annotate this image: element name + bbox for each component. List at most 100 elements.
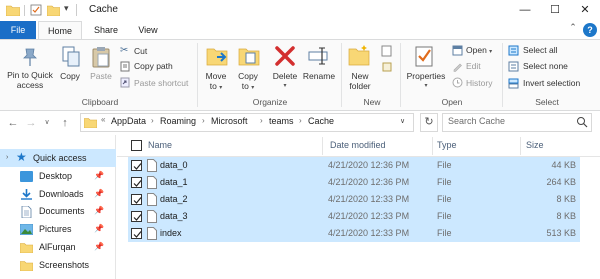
open-icon[interactable] <box>452 45 463 56</box>
forward-arrow-icon[interactable]: → <box>24 116 38 130</box>
column-header-size[interactable]: Size <box>526 140 544 150</box>
select-none-button[interactable]: Select none <box>523 60 568 73</box>
copy-button[interactable]: Copy <box>56 71 84 81</box>
nav-item-screenshots[interactable]: Screenshots <box>39 260 89 270</box>
tab-share[interactable]: Share <box>84 21 128 39</box>
up-arrow-icon[interactable]: ↑ <box>58 116 72 130</box>
breadcrumb-appdata[interactable]: AppData <box>111 116 146 126</box>
pin-icon[interactable]: 📌 <box>94 206 104 215</box>
address-dropdown-icon[interactable]: ∨ <box>400 117 405 125</box>
nav-item-downloads[interactable]: Downloads <box>39 189 84 199</box>
easy-access-icon[interactable] <box>381 61 393 73</box>
copy-icon[interactable] <box>60 45 82 69</box>
breadcrumb-chevron-icon[interactable]: › <box>299 116 302 125</box>
pin-icon[interactable]: 📌 <box>94 224 104 233</box>
invert-selection-icon[interactable] <box>508 78 519 89</box>
breadcrumb-chevron-icon[interactable]: › <box>151 116 154 125</box>
column-header-type[interactable]: Type <box>437 140 457 150</box>
row-checkbox[interactable] <box>131 177 142 188</box>
new-item-icon[interactable] <box>381 45 393 57</box>
delete-button[interactable]: Delete ▾ <box>268 71 302 91</box>
breadcrumb-teams[interactable]: teams <box>269 116 294 126</box>
close-button[interactable]: ✕ <box>570 0 600 21</box>
pin-icon[interactable]: 📌 <box>94 242 104 251</box>
back-arrow-icon[interactable]: ← <box>6 116 20 130</box>
delete-x-icon[interactable] <box>274 45 296 67</box>
history-button[interactable]: History <box>466 77 492 90</box>
invert-selection-button[interactable]: Invert selection <box>523 77 580 90</box>
new-folder-icon[interactable] <box>47 4 60 16</box>
move-to-icon[interactable] <box>205 44 229 68</box>
edit-button[interactable]: Edit <box>466 60 481 73</box>
file-name[interactable]: data_1 <box>160 177 188 187</box>
paste-button[interactable]: Paste <box>86 71 116 81</box>
select-all-checkbox[interactable] <box>131 140 142 151</box>
breadcrumb-chevron-icon[interactable]: › <box>202 116 205 125</box>
copy-path-icon[interactable] <box>120 61 130 72</box>
open-button[interactable]: Open ▾ <box>466 44 492 57</box>
collapse-ribbon-icon[interactable]: ⌃ <box>566 22 580 38</box>
nav-item-quick-access[interactable]: Quick access <box>33 153 87 163</box>
copy-to-icon[interactable] <box>237 44 261 68</box>
search-icon[interactable] <box>576 116 588 128</box>
paste-shortcut-button[interactable]: Paste shortcut <box>134 77 188 90</box>
column-divider[interactable] <box>432 137 433 155</box>
properties-checklist-icon[interactable] <box>414 44 436 68</box>
paste-shortcut-icon[interactable] <box>120 77 130 88</box>
help-icon[interactable]: ? <box>583 23 597 37</box>
properties-button[interactable]: Properties ▾ <box>404 71 448 91</box>
select-all-icon[interactable] <box>508 45 519 56</box>
column-divider[interactable] <box>520 137 521 155</box>
refresh-icon[interactable]: ↻ <box>420 113 438 132</box>
customize-quick-access-icon[interactable]: ▾ <box>64 3 69 14</box>
overflow-chevron-icon[interactable]: « <box>101 115 105 124</box>
tab-home[interactable]: Home <box>38 21 82 40</box>
minimize-button[interactable]: — <box>510 0 540 21</box>
file-name[interactable]: data_0 <box>160 160 188 170</box>
column-header-name[interactable]: Name <box>148 140 172 150</box>
maximize-button[interactable]: ☐ <box>540 0 570 21</box>
pin-icon[interactable]: 📌 <box>94 189 104 198</box>
breadcrumb-chevron-icon[interactable]: › <box>260 116 263 125</box>
expand-chevron-icon[interactable]: › <box>6 154 8 161</box>
nav-item-desktop[interactable]: Desktop <box>39 171 72 181</box>
pin-icon[interactable]: 📌 <box>94 171 104 180</box>
cut-button[interactable]: Cut <box>134 45 147 58</box>
select-all-button[interactable]: Select all <box>523 44 558 57</box>
new-folder-icon[interactable] <box>347 44 371 68</box>
row-checkbox[interactable] <box>131 211 142 222</box>
properties-dropdown-icon[interactable]: ▾ <box>404 81 448 91</box>
row-checkbox[interactable] <box>131 160 142 171</box>
history-icon[interactable] <box>452 77 463 88</box>
breadcrumb-roaming[interactable]: Roaming <box>160 116 196 126</box>
recent-locations-chevron-icon[interactable]: ∨ <box>40 116 54 130</box>
nav-item-documents[interactable]: Documents <box>39 206 85 216</box>
new-folder-button[interactable]: New folder <box>342 71 378 91</box>
pin-icon[interactable] <box>18 46 40 68</box>
copy-path-button[interactable]: Copy path <box>134 60 173 73</box>
tab-file[interactable]: File <box>0 21 36 39</box>
row-checkbox[interactable] <box>131 194 142 205</box>
breadcrumb-cache[interactable]: Cache <box>308 116 334 126</box>
scissors-icon[interactable]: ✂ <box>120 45 130 56</box>
row-checkbox[interactable] <box>131 228 142 239</box>
rename-button[interactable]: Rename <box>300 71 338 81</box>
breadcrumb-microsoft[interactable]: Microsoft <box>211 116 248 126</box>
move-to-button[interactable]: Move to ▾ <box>200 71 232 93</box>
nav-item-alfurqan[interactable]: AlFurqan <box>39 242 76 252</box>
properties-icon[interactable] <box>30 4 42 16</box>
column-header-date-modified[interactable]: Date modified <box>330 140 386 150</box>
nav-item-pictures[interactable]: Pictures <box>39 224 72 234</box>
file-name[interactable]: data_2 <box>160 194 188 204</box>
tab-view[interactable]: View <box>128 21 168 39</box>
delete-dropdown-icon[interactable]: ▾ <box>268 81 302 91</box>
select-none-icon[interactable] <box>508 61 519 72</box>
rename-icon[interactable] <box>307 45 331 67</box>
pin-to-quick-access-button[interactable]: Pin to Quick access <box>2 70 58 90</box>
paste-icon[interactable] <box>90 45 112 69</box>
file-name[interactable]: data_3 <box>160 211 188 221</box>
copy-to-button[interactable]: Copy to ▾ <box>232 71 264 93</box>
edit-icon[interactable] <box>452 61 463 72</box>
column-divider[interactable] <box>322 137 323 155</box>
file-name[interactable]: index <box>160 228 182 238</box>
